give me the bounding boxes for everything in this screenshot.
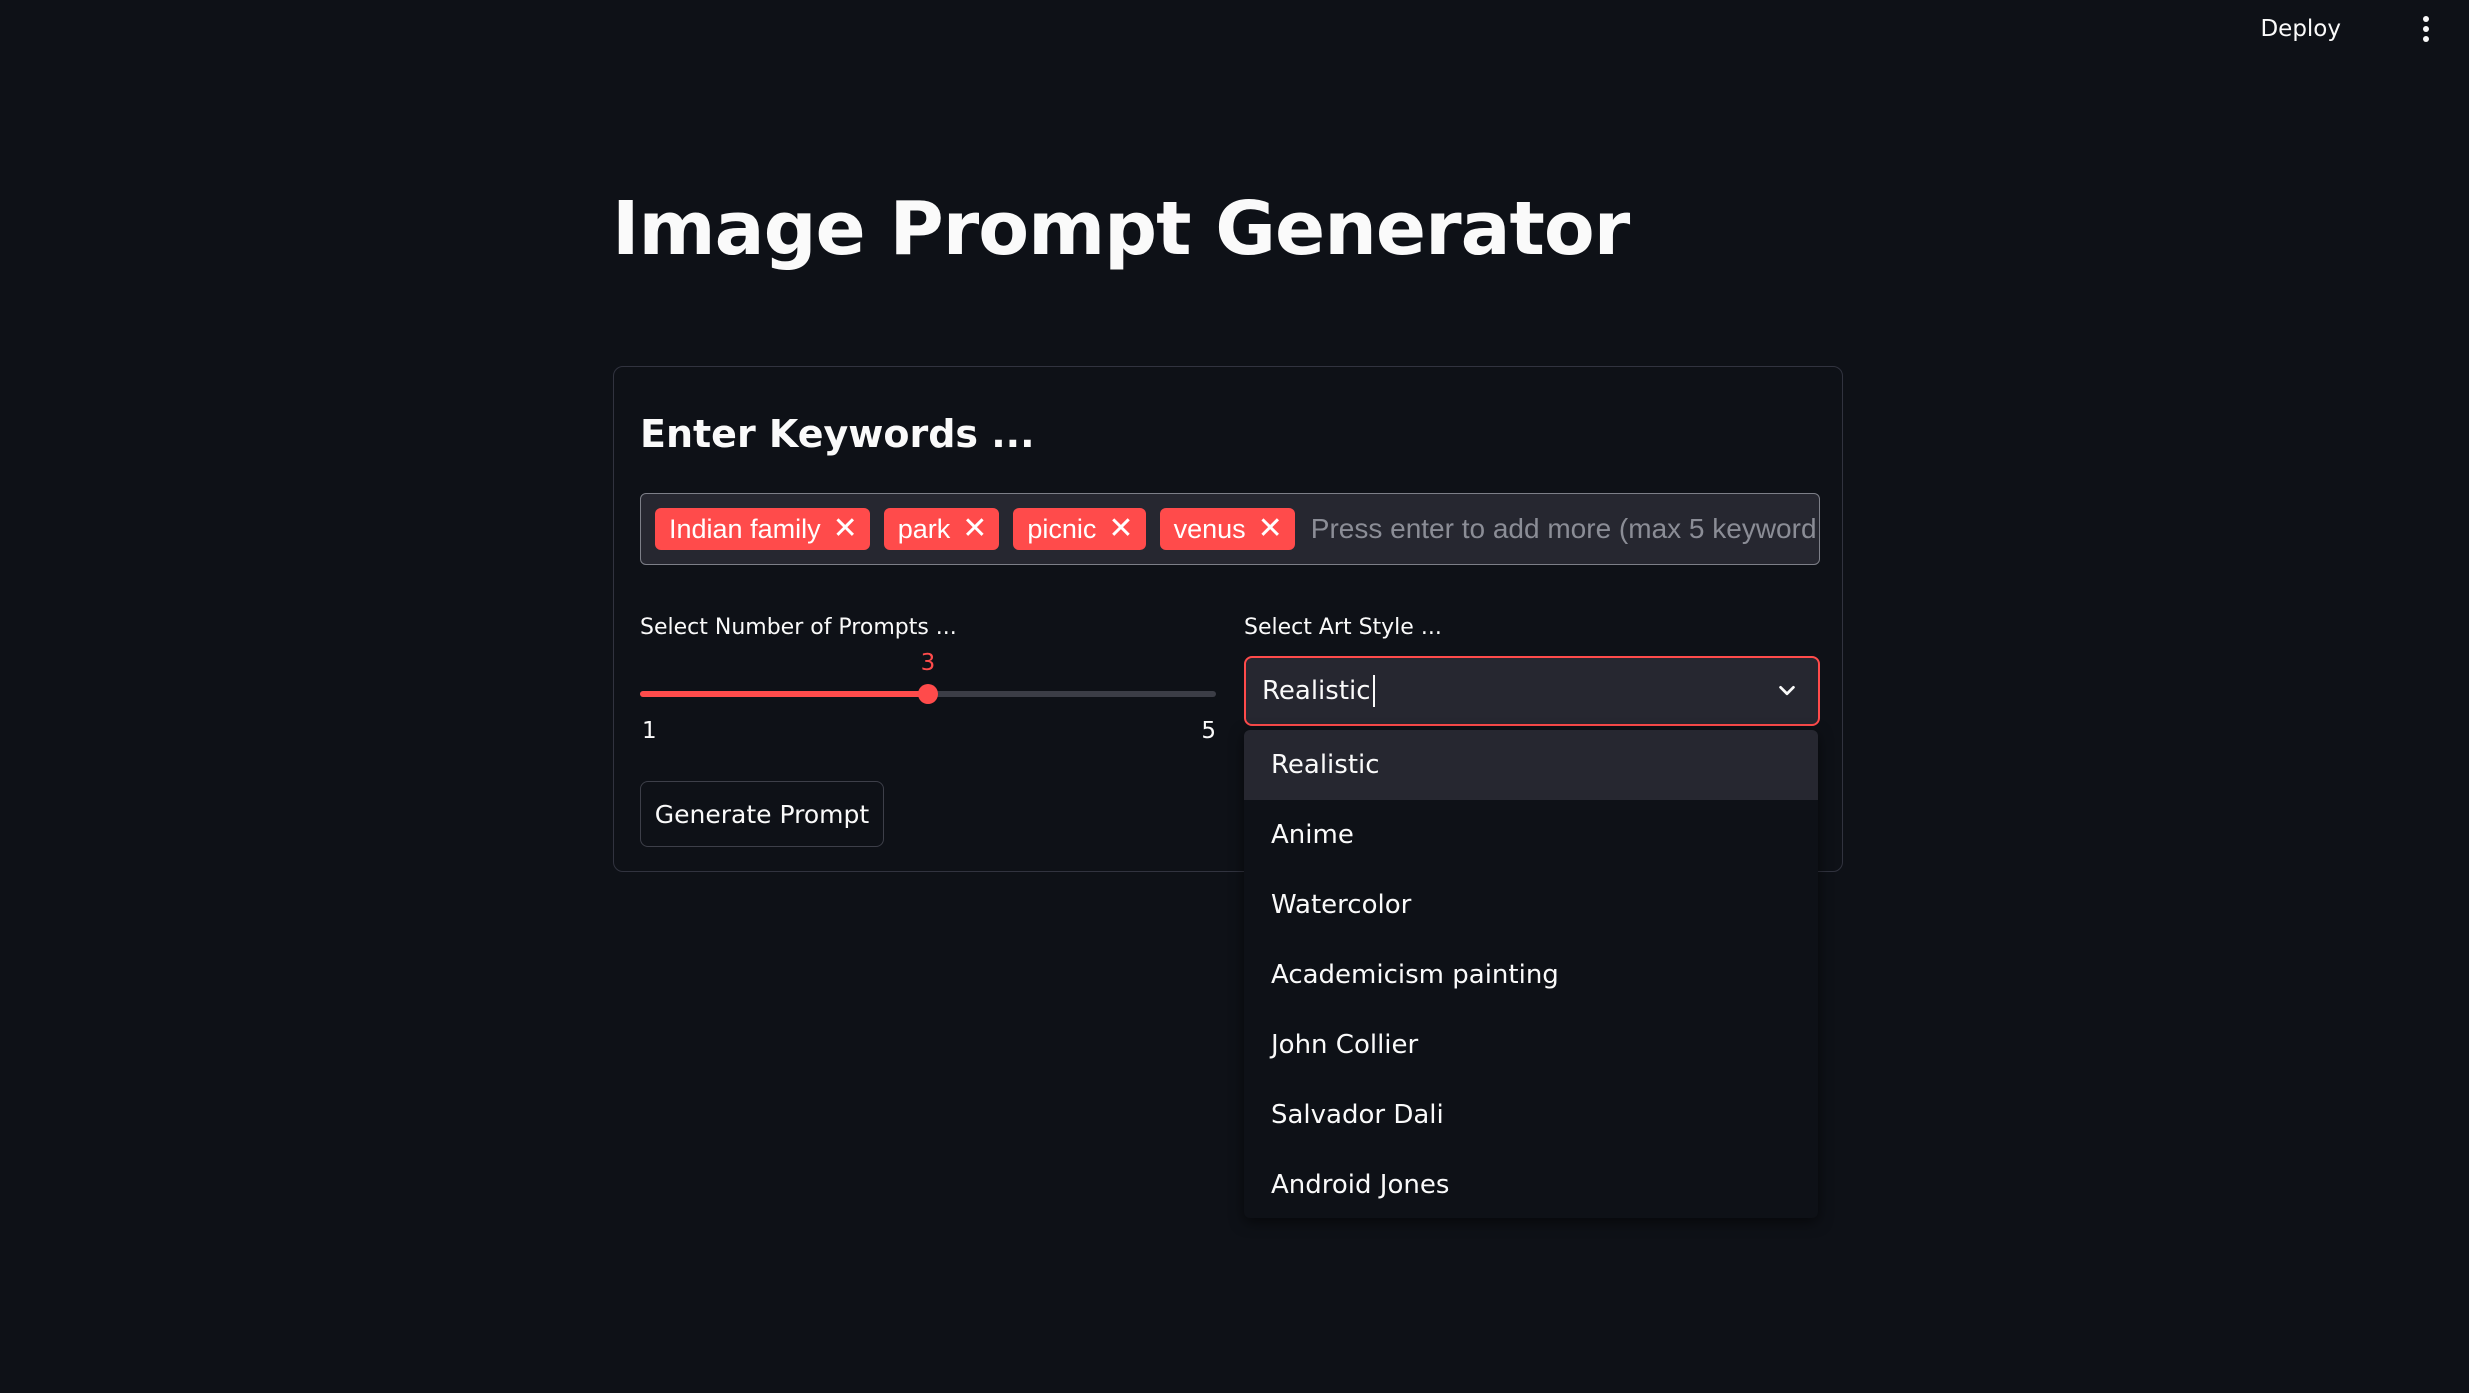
slider-thumb[interactable] bbox=[918, 684, 938, 704]
dropdown-option[interactable]: Academicism painting bbox=[1244, 940, 1818, 1010]
keyword-tag-label: Indian family bbox=[669, 513, 821, 544]
keyword-tag: Indian family ✕ bbox=[655, 508, 870, 550]
text-caret bbox=[1372, 675, 1375, 707]
slider-value: 3 bbox=[920, 650, 936, 676]
keyword-tag: picnic ✕ bbox=[1013, 508, 1146, 550]
page-title: Image Prompt Generator bbox=[612, 186, 1630, 272]
close-icon[interactable]: ✕ bbox=[962, 514, 987, 544]
deploy-button[interactable]: Deploy bbox=[2252, 10, 2349, 48]
keyword-tag: venus ✕ bbox=[1159, 508, 1295, 550]
keyword-tag-label: picnic bbox=[1027, 513, 1097, 544]
keyword-tag-label: venus bbox=[1173, 513, 1246, 544]
art-style-label: Select Art Style ... bbox=[1244, 615, 1442, 640]
dropdown-option[interactable]: Realistic bbox=[1244, 730, 1818, 800]
menu-dot bbox=[2423, 36, 2429, 42]
prompt-count-label: Select Number of Prompts ... bbox=[640, 615, 957, 640]
close-icon[interactable]: ✕ bbox=[1108, 514, 1133, 544]
dropdown-option[interactable]: Android Jones bbox=[1244, 1150, 1818, 1218]
menu-dot bbox=[2423, 16, 2429, 22]
top-bar: Deploy bbox=[0, 0, 2469, 58]
keywords-tag-input[interactable]: Indian family ✕ park ✕ picnic ✕ venus ✕ bbox=[640, 493, 1820, 565]
dropdown-option[interactable]: Salvador Dali bbox=[1244, 1080, 1818, 1150]
dropdown-option[interactable]: John Collier bbox=[1244, 1010, 1818, 1080]
keywords-text-field[interactable] bbox=[1308, 494, 1819, 564]
keyword-tag: park ✕ bbox=[883, 508, 1000, 550]
art-style-dropdown: Realistic Anime Watercolor Academicism pain… bbox=[1244, 730, 1818, 1218]
dropdown-option[interactable]: Watercolor bbox=[1244, 870, 1818, 940]
vertical-ellipsis-icon[interactable] bbox=[2413, 14, 2439, 44]
close-icon[interactable]: ✕ bbox=[833, 514, 858, 544]
prompt-count-slider[interactable]: 3 1 5 bbox=[640, 650, 1216, 744]
slider-max-label: 5 bbox=[1201, 718, 1216, 744]
keyword-tag-label: park bbox=[897, 513, 951, 544]
dropdown-option[interactable]: Anime bbox=[1244, 800, 1818, 870]
art-style-selected-value: Realistic bbox=[1262, 676, 1371, 706]
chevron-down-icon[interactable] bbox=[1776, 680, 1798, 702]
menu-dot bbox=[2423, 26, 2429, 32]
slider-fill bbox=[640, 691, 928, 697]
generate-prompt-button[interactable]: Generate Prompt bbox=[640, 781, 884, 847]
app-page: Deploy Image Prompt Generator Enter Keyw… bbox=[0, 0, 2469, 1393]
close-icon[interactable]: ✕ bbox=[1258, 514, 1283, 544]
slider-min-label: 1 bbox=[642, 718, 657, 744]
form-heading: Enter Keywords ... bbox=[640, 412, 1035, 456]
art-style-select[interactable]: Realistic bbox=[1244, 656, 1820, 726]
